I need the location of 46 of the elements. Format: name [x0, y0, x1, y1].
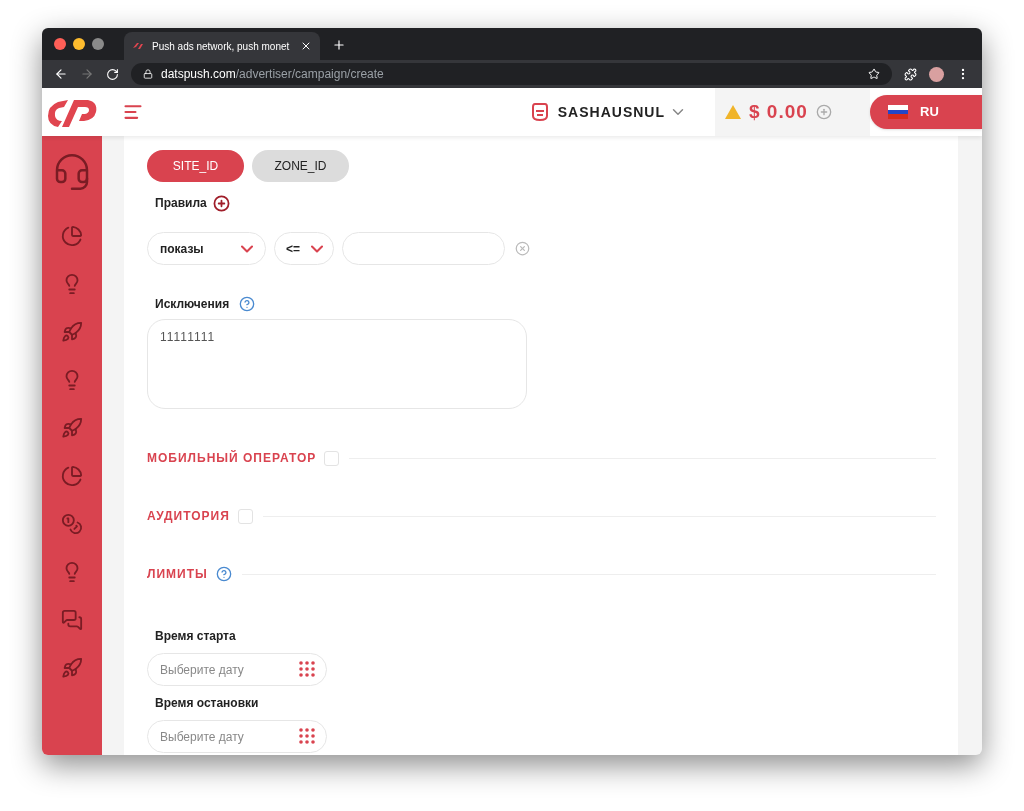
- reload-icon[interactable]: [106, 67, 119, 81]
- lock-icon: [143, 69, 153, 79]
- profile-avatar[interactable]: [929, 66, 944, 82]
- balance-amount: $ 0.00: [749, 99, 808, 124]
- url-text: datspush.com/advertiser/campaign/create: [161, 66, 384, 83]
- close-icon[interactable]: [300, 40, 312, 52]
- section-heading: АУДИТОРИЯ: [147, 508, 230, 525]
- calendar-grid-icon[interactable]: [299, 661, 315, 677]
- date-field[interactable]: Выберите дату: [147, 720, 327, 753]
- language-button[interactable]: RU: [870, 95, 982, 129]
- date-label: Время старта: [155, 628, 237, 645]
- new-tab-icon[interactable]: [332, 38, 346, 52]
- rule-value-field[interactable]: [342, 232, 505, 265]
- exclusions-label: Исключения: [155, 296, 230, 313]
- date-label: Время остановки: [155, 695, 260, 712]
- filter-tab[interactable]: SITE_ID: [147, 150, 244, 182]
- calendar-grid-icon[interactable]: [299, 728, 315, 744]
- warning-triangle-icon: [725, 105, 741, 119]
- site-favicon: [132, 41, 144, 51]
- extensions-icon[interactable]: [904, 67, 917, 81]
- russia-flag-icon: [888, 105, 908, 119]
- filter-tab[interactable]: ZONE_ID: [252, 150, 349, 182]
- bookmark-star-icon[interactable]: [868, 68, 880, 80]
- section-heading: МОБИЛЬНЫЙ ОПЕРАТОР: [147, 449, 317, 467]
- coins-icon[interactable]: [61, 513, 83, 535]
- back-icon[interactable]: [54, 67, 68, 81]
- help-icon[interactable]: [215, 566, 232, 582]
- rocket-icon[interactable]: [61, 321, 83, 343]
- help-icon[interactable]: [239, 296, 256, 312]
- pie-chart-icon[interactable]: [61, 225, 83, 247]
- exclusions-field[interactable]: 11111111: [147, 319, 527, 409]
- tab-title: Push ads network, push monet: [152, 39, 291, 54]
- rocket-icon[interactable]: [61, 417, 83, 439]
- forward-icon[interactable]: [80, 67, 94, 81]
- date-field[interactable]: Выберите дату: [147, 653, 327, 686]
- rules-label: Правила: [155, 195, 207, 212]
- section-checkbox[interactable]: [237, 508, 253, 524]
- chat-icon[interactable]: [61, 609, 83, 631]
- pie-chart-icon[interactable]: [61, 465, 83, 487]
- section-heading: ЛИМИТЫ: [147, 566, 208, 583]
- username[interactable]: SASHAUSNUL: [557, 101, 665, 123]
- add-funds-icon[interactable]: [815, 104, 832, 120]
- address-bar[interactable]: datspush.com/advertiser/campaign/create: [131, 63, 892, 85]
- rocket-icon[interactable]: [61, 657, 83, 679]
- browser-tab[interactable]: Push ads network, push monet: [124, 32, 320, 60]
- section-checkbox[interactable]: [324, 450, 340, 466]
